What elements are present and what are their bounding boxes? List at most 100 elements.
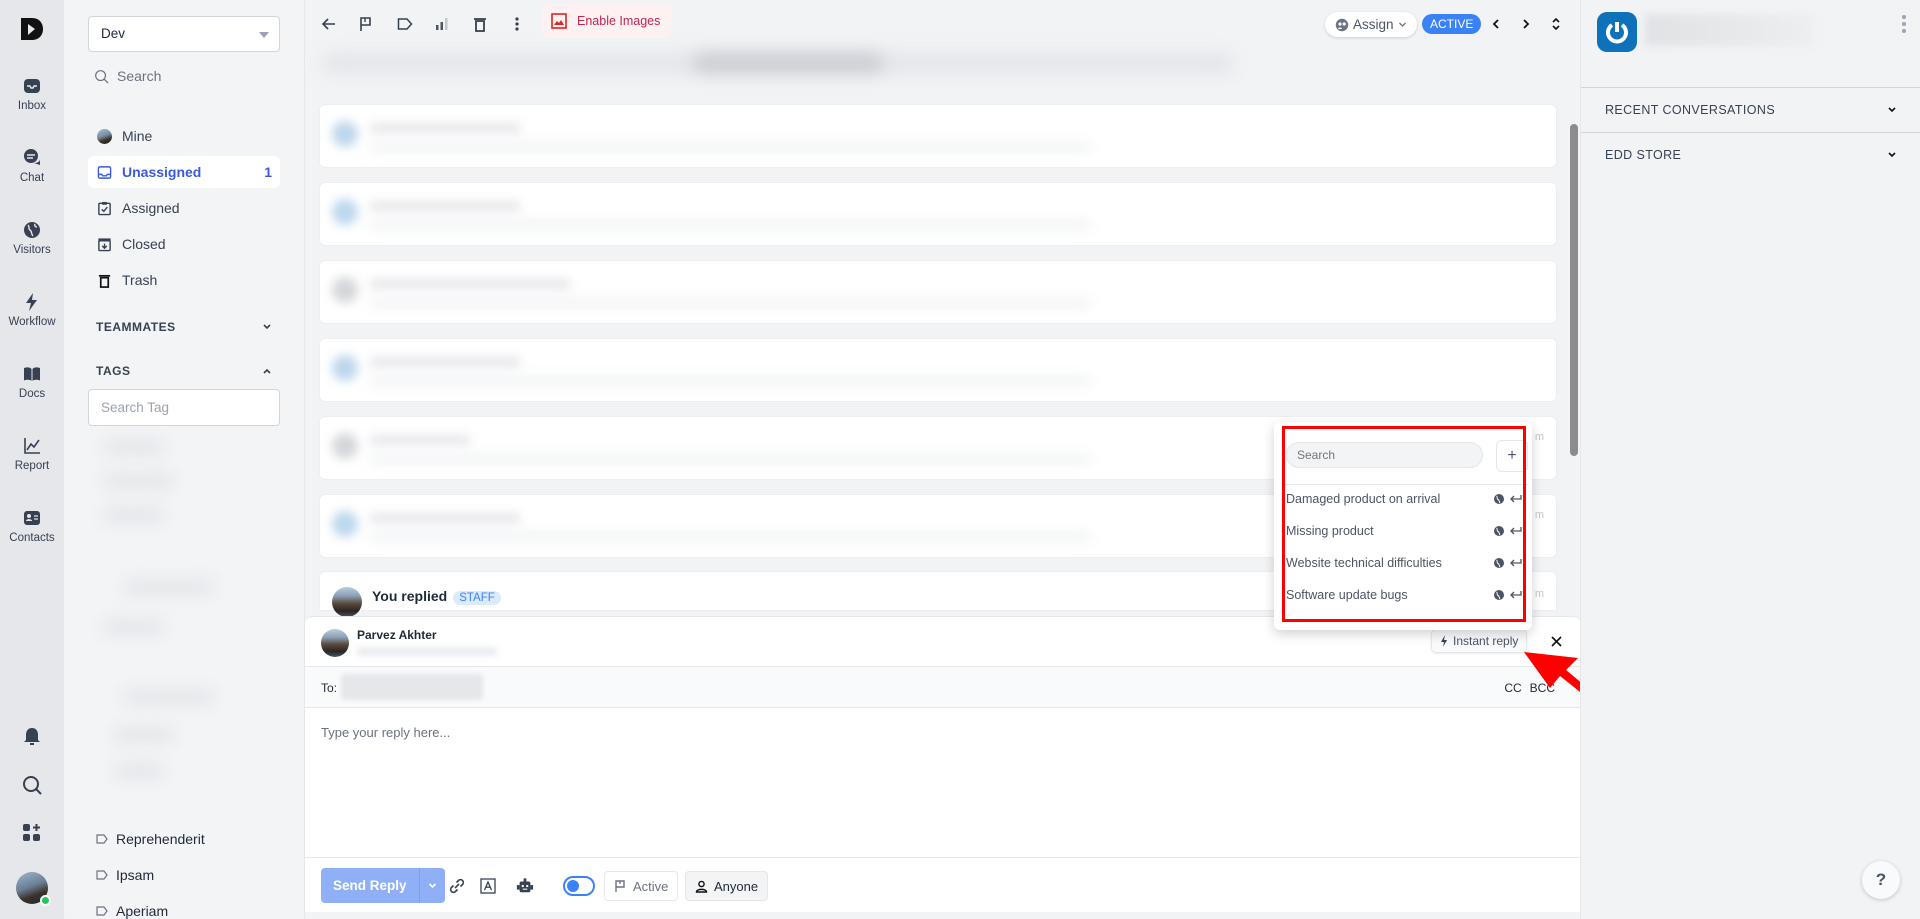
user-avatar[interactable] <box>16 872 51 906</box>
expand-collapse-button[interactable] <box>1546 14 1566 34</box>
inbox-icon <box>24 79 40 93</box>
conversation-scrollbar[interactable] <box>1570 124 1578 456</box>
instant-reply-item[interactable]: Software update bugs <box>1286 582 1522 608</box>
enable-images-label: Enable Images <box>577 14 661 28</box>
insert-return-icon[interactable] <box>1509 526 1522 536</box>
rail-item-contacts[interactable]: Contacts <box>0 508 64 544</box>
help-button[interactable]: ? <box>1862 861 1900 899</box>
message-time: m <box>1534 509 1544 521</box>
rail-item-workflow[interactable]: Workflow <box>0 292 64 328</box>
conversation-search[interactable]: Search <box>94 68 161 84</box>
chevron-down-icon <box>263 324 271 330</box>
tags-section-toggle[interactable]: TAGS <box>96 364 272 378</box>
instant-reply-item[interactable]: Missing product <box>1286 518 1522 544</box>
accordion-recent-conversations[interactable]: RECENT CONVERSATIONS <box>1581 87 1920 132</box>
cc-button[interactable]: CC <box>1504 681 1521 695</box>
status-select-button[interactable]: Active <box>604 871 679 901</box>
apps-add-icon[interactable] <box>20 821 44 845</box>
next-conversation-button[interactable] <box>1516 14 1536 34</box>
instant-reply-title: Software update bugs <box>1286 588 1408 602</box>
message-card[interactable] <box>319 338 1557 402</box>
flag-icon <box>615 880 625 892</box>
tag-item[interactable]: Reprehenderit <box>96 829 205 849</box>
rail-label: Report <box>14 460 50 472</box>
assignee-select-button[interactable]: Anyone <box>685 871 769 901</box>
team-select[interactable]: Dev <box>88 16 280 52</box>
status-select-label: Active <box>633 878 669 894</box>
nav-item-assigned[interactable]: Assigned <box>88 192 280 224</box>
app-logo-icon[interactable] <box>19 16 45 42</box>
rail-item-report[interactable]: Report <box>0 436 64 472</box>
flag-button[interactable] <box>356 14 376 34</box>
tag-label: Aperiam <box>116 903 169 919</box>
add-instant-reply-button[interactable]: + <box>1496 440 1528 472</box>
inbox-icon <box>97 165 111 179</box>
arrow-left-icon <box>321 18 335 30</box>
more-options-button[interactable] <box>507 14 527 34</box>
instant-reply-title: Missing product <box>1286 524 1374 538</box>
message-card[interactable] <box>319 260 1557 324</box>
priority-button[interactable] <box>432 14 452 34</box>
to-label: To: <box>321 681 338 695</box>
rail-item-chat[interactable]: Chat <box>0 148 64 184</box>
close-composer-button[interactable] <box>1547 632 1565 650</box>
instant-reply-button[interactable]: Instant reply <box>1431 629 1528 653</box>
rail-item-docs[interactable]: Docs <box>0 364 64 400</box>
blurred-tag <box>114 728 174 742</box>
ai-bot-button[interactable] <box>516 877 534 895</box>
globe-icon <box>1494 526 1504 536</box>
rail-item-visitors[interactable]: Visitors <box>0 220 64 256</box>
sender-email-redacted <box>357 647 497 656</box>
nav-item-label: Mine <box>122 128 153 144</box>
tag-button[interactable] <box>395 14 415 34</box>
bolt-icon <box>26 293 37 311</box>
insert-return-icon[interactable] <box>1509 590 1522 600</box>
bcc-button[interactable]: BCC <box>1530 681 1555 695</box>
insert-return-icon[interactable] <box>1509 558 1522 568</box>
blurred-tag <box>114 764 164 778</box>
nav-item-label: Closed <box>122 236 166 252</box>
nav-item-label: Assigned <box>122 200 180 216</box>
bell-icon[interactable] <box>20 725 44 749</box>
tag-item[interactable]: Aperiam <box>96 901 168 919</box>
nav-item-trash[interactable]: Trash <box>88 264 280 296</box>
rail-item-inbox[interactable]: Inbox <box>0 76 64 112</box>
assign-button[interactable]: Assign <box>1325 12 1417 37</box>
instant-reply-search-input[interactable] <box>1286 442 1483 468</box>
send-options-dropdown[interactable] <box>418 868 445 903</box>
status-badge[interactable]: ACTIVE <box>1422 14 1482 34</box>
attach-button[interactable] <box>448 877 466 895</box>
teammates-section-toggle[interactable]: TEAMMATES <box>96 320 272 334</box>
nav-item-unassigned[interactable]: Unassigned 1 <box>88 156 280 188</box>
blurred-tag <box>104 620 164 634</box>
blurred-tag <box>104 440 164 454</box>
rail-label: Workflow <box>8 316 56 328</box>
tag-search-input[interactable]: Search Tag <box>88 389 280 426</box>
rail-label: Chat <box>19 172 45 184</box>
kebab-menu-icon[interactable] <box>1900 14 1908 36</box>
toggle-switch[interactable] <box>563 876 595 896</box>
instant-reply-item[interactable]: Damaged product on arrival <box>1286 486 1522 512</box>
staff-badge: STAFF <box>453 591 501 605</box>
insert-return-icon[interactable] <box>1509 494 1522 504</box>
message-card[interactable] <box>319 104 1557 168</box>
tag-icon <box>96 870 108 880</box>
tag-label: Ipsam <box>116 867 155 883</box>
search-icon[interactable] <box>20 773 44 797</box>
message-card[interactable] <box>319 182 1557 246</box>
reply-textarea[interactable]: Type your reply here... <box>321 725 1561 740</box>
delete-button[interactable] <box>470 14 490 34</box>
accordion-edd-store[interactable]: EDD STORE <box>1581 132 1920 177</box>
enable-images-button[interactable]: Enable Images <box>541 4 673 38</box>
recipient-redacted[interactable] <box>341 674 483 700</box>
text-format-button[interactable] <box>479 877 497 895</box>
back-button[interactable] <box>319 14 339 34</box>
nav-item-mine[interactable]: Mine <box>88 120 280 152</box>
tag-icon <box>397 18 413 30</box>
instant-reply-item[interactable]: Website technical difficulties <box>1286 550 1522 576</box>
user-icon <box>695 880 708 893</box>
previous-conversation-button[interactable] <box>1486 14 1506 34</box>
nav-item-closed[interactable]: Closed <box>88 228 280 260</box>
send-reply-button[interactable]: Send Reply <box>321 868 445 903</box>
tag-item[interactable]: Ipsam <box>96 865 154 885</box>
